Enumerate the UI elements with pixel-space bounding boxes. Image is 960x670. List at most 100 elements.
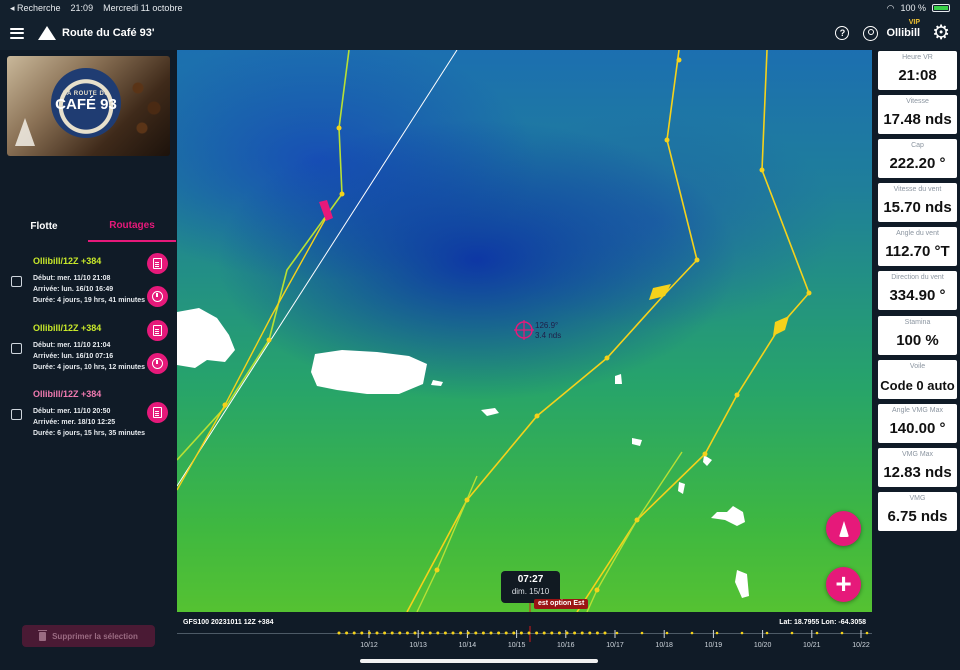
forecast-timeline[interactable]: GFS100 20231011 12Z +384 Lat: 18.7955 Lo… xyxy=(177,612,872,670)
stat-vmg-max: VMG Max 12.83 nds xyxy=(878,448,957,487)
route-details-button[interactable] xyxy=(147,253,168,274)
user-account[interactable]: VIP Ollibill xyxy=(886,19,921,39)
race-banner: LA ROUTE DU CAFÉ 93 xyxy=(7,56,170,156)
timeline-dot xyxy=(580,631,584,635)
delete-selection-label: Supprimer la sélection xyxy=(52,631,138,641)
yellow-boat-icon-2 xyxy=(773,316,789,336)
plus-icon: + xyxy=(835,567,852,599)
tab-flotte[interactable]: Flotte xyxy=(0,210,88,242)
orthodromy-line xyxy=(177,50,458,487)
home-indicator[interactable] xyxy=(360,659,598,663)
timeline-tick-label: 10/21 xyxy=(803,642,821,649)
route-arrival: Arrivée: mer. 18/10 12:25 xyxy=(33,419,116,426)
timeline-tick-label: 10/22 xyxy=(852,642,870,649)
stat-value: 100 % xyxy=(896,332,939,349)
timeline-dot xyxy=(360,631,364,635)
sidebar-tabs: Flotte Routages xyxy=(0,210,176,242)
banner-main-text: CAFÉ 93 xyxy=(55,95,117,113)
timeline-tick-label: 10/15 xyxy=(507,642,526,649)
timeline-dot xyxy=(588,631,592,635)
timeline-dot xyxy=(512,631,516,635)
ios-status-bar: ◂ Recherche 21:09 Mercredi 11 octobre ◠ … xyxy=(0,0,960,16)
timeline-dot xyxy=(615,631,619,635)
race-title: Route du Café 93' xyxy=(62,27,155,39)
timeline-dot xyxy=(398,631,402,635)
stat-value: 140.00 ° xyxy=(889,420,946,437)
stat-value: 15.70 nds xyxy=(883,199,952,216)
timeline-dot xyxy=(640,631,644,635)
stat-value: 112.70 °T xyxy=(885,243,950,260)
timeline-dot xyxy=(421,631,425,635)
clock-icon xyxy=(152,358,163,369)
route-replay-button[interactable] xyxy=(147,353,168,374)
coffee-beans-illustration xyxy=(126,64,166,144)
island-small-4 xyxy=(678,482,685,494)
center-boat-button[interactable] xyxy=(826,511,861,546)
route-item: Ollibill/12Z +384 Début: mer. 11/10 20:5… xyxy=(0,383,176,449)
route-duration: Durée: 4 jours, 19 hrs, 41 minutes xyxy=(33,297,146,304)
stat-label: Cap xyxy=(911,142,924,149)
route-item: Ollibill/12Z +384 Début: mer. 11/10 21:0… xyxy=(0,317,176,383)
timeline-dot xyxy=(459,631,463,635)
timeline-dot xyxy=(595,631,599,635)
route-details-button[interactable] xyxy=(147,402,168,423)
add-route-button[interactable]: + xyxy=(826,567,861,602)
stat-value: 334.90 ° xyxy=(889,287,946,304)
island-guadeloupe xyxy=(711,506,745,526)
clock-icon xyxy=(152,291,163,302)
stat-label: Vitesse xyxy=(906,98,929,105)
timeline-dot xyxy=(550,631,554,635)
gear-icon[interactable]: ⚙ xyxy=(932,23,950,43)
stat-label: VMG Max xyxy=(901,451,934,458)
stat-value: 12.83 nds xyxy=(883,464,952,481)
route-replay-button[interactable] xyxy=(147,286,168,307)
timeline-tick-label: 10/17 xyxy=(606,642,624,649)
stat-label: Vitesse du vent xyxy=(893,186,942,193)
stat-vitesse: Vitesse 17.48 nds xyxy=(878,95,957,134)
timeline-dot xyxy=(815,631,819,635)
timeline-tick-label: 10/16 xyxy=(557,642,575,649)
crosshair-icon xyxy=(514,320,534,340)
battery-icon xyxy=(932,4,950,12)
stat-angle-vent: Angle du vent 112.70 °T xyxy=(878,227,957,266)
stat-vitesse-vent: Vitesse du vent 15.70 nds xyxy=(878,183,957,222)
route-checkbox[interactable] xyxy=(11,276,22,287)
boat-icon xyxy=(838,520,849,537)
timeline-dot xyxy=(367,631,371,635)
timeline-dot xyxy=(405,631,409,635)
route-line-green-1 xyxy=(416,475,478,612)
cursor-date: dim. 15/10 xyxy=(511,587,550,596)
island-virgin xyxy=(481,408,499,416)
timeline-tick-label: 10/20 xyxy=(753,642,772,649)
island-small-2 xyxy=(632,438,642,446)
stat-label: Heure VR xyxy=(902,54,933,61)
island-dominica xyxy=(735,570,749,598)
tab-routages[interactable]: Routages xyxy=(88,210,176,242)
help-icon[interactable]: ? xyxy=(835,26,850,40)
username: Ollibill xyxy=(886,27,921,39)
stat-value: 6.75 nds xyxy=(887,508,948,525)
stat-label: Voile xyxy=(909,363,926,370)
timeline-dot xyxy=(443,631,447,635)
stat-direction-vent: Direction du vent 334.90 ° xyxy=(878,271,957,310)
menu-icon[interactable] xyxy=(10,27,24,39)
stat-label: Direction du vent xyxy=(891,274,944,281)
user-icon[interactable] xyxy=(863,25,879,41)
back-to-search-link[interactable]: ◂ Recherche xyxy=(10,3,61,14)
timeline-dot xyxy=(375,631,379,635)
app-header: Route du Café 93' ? VIP Ollibill ⚙ xyxy=(0,16,960,50)
weather-map[interactable]: 126.9° 3.4 nds + 07:27 dim. 15/10 est op… xyxy=(177,50,872,612)
route-duration: Durée: 4 jours, 10 hrs, 12 minutes xyxy=(33,364,146,371)
clipboard-icon xyxy=(153,325,162,336)
stat-voile[interactable]: Voile Code 0 auto xyxy=(878,360,957,399)
delete-selection-button[interactable]: Supprimer la sélection xyxy=(22,625,155,647)
route-name: Ollibill/12Z +384 xyxy=(33,389,102,399)
route-details-button[interactable] xyxy=(147,320,168,341)
status-date: Mercredi 11 octobre xyxy=(103,2,183,13)
timeline-dot xyxy=(865,631,869,635)
route-checkbox[interactable] xyxy=(11,409,22,420)
timeline-dot xyxy=(474,631,478,635)
route-start: Début: mer. 11/10 21:08 xyxy=(33,275,111,282)
route-checkbox[interactable] xyxy=(11,343,22,354)
route-start: Début: mer. 11/10 21:04 xyxy=(33,342,111,349)
